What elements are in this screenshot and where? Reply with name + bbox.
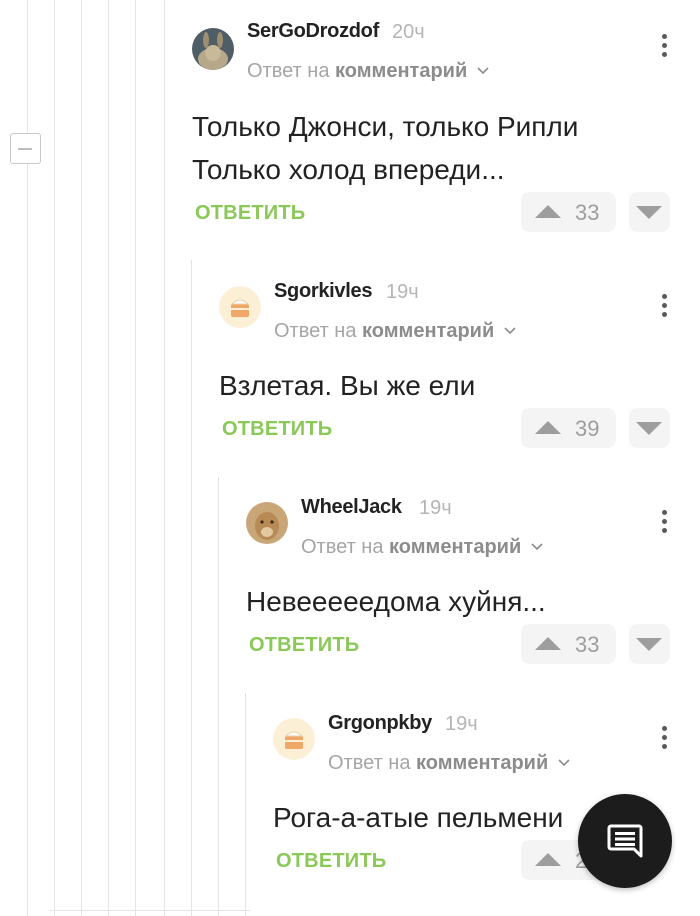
thread-line — [54, 0, 55, 916]
comment-text-line: Невееееедома хуйня... — [246, 586, 546, 617]
comment-text-line: Только холод впереди... — [192, 154, 505, 185]
thread-line — [81, 0, 82, 916]
comment-time: 19ч — [419, 497, 452, 519]
thread-line — [191, 260, 192, 916]
upvote-button[interactable]: 39 — [521, 408, 616, 448]
reply-button[interactable]: ОТВЕТИТЬ — [276, 850, 386, 873]
reply-to-link[interactable]: Ответ на комментарий — [274, 318, 516, 343]
reply-button[interactable]: ОТВЕТИТЬ — [249, 634, 359, 657]
comment-author[interactable]: SerGoDrozdof — [247, 20, 379, 43]
reply-to-target: комментарий — [416, 752, 549, 774]
more-options-icon[interactable] — [662, 726, 668, 754]
vote-count: 33 — [575, 200, 600, 225]
arrow-down-icon — [636, 206, 662, 219]
comment-icon — [607, 824, 643, 858]
comment-text-line: Взлетая. Вы же ели — [219, 370, 476, 401]
default-cake-avatar-icon[interactable] — [219, 286, 261, 328]
thread-line — [108, 0, 109, 916]
more-options-icon[interactable] — [662, 510, 668, 538]
vote-count: 33 — [575, 632, 600, 657]
comment-text: Рога-а-атые пельмени — [273, 796, 563, 839]
reply-to-prefix: Ответ на — [328, 752, 411, 774]
vote-count: 39 — [575, 416, 600, 441]
comment-text: Невееееедома хуйня... — [246, 580, 546, 623]
comment-text: Только Джонси, только Рипли Только холод… — [192, 105, 578, 191]
reply-to-target: комментарий — [362, 320, 495, 342]
reply-to-target: комментарий — [389, 536, 522, 558]
arrow-down-icon — [636, 638, 662, 651]
arrow-up-icon — [535, 421, 561, 434]
thread-line — [218, 477, 219, 916]
arrow-down-icon — [636, 422, 662, 435]
chevron-down-icon — [477, 58, 489, 81]
downvote-button[interactable] — [629, 408, 670, 448]
comment-time: 19ч — [445, 713, 478, 735]
comment-author[interactable]: WheelJack — [301, 496, 402, 519]
upvote-button[interactable]: 33 — [521, 624, 616, 664]
lioness-avatar-icon[interactable] — [246, 502, 288, 544]
arrow-up-icon — [535, 853, 561, 866]
thread-line — [164, 260, 165, 916]
reply-to-link[interactable]: Ответ на комментарий — [328, 750, 570, 775]
more-options-icon[interactable] — [662, 34, 668, 62]
hare-avatar-icon[interactable] — [192, 28, 234, 70]
arrow-up-icon — [535, 205, 561, 218]
reply-to-prefix: Ответ на — [247, 60, 330, 82]
reply-button[interactable]: ОТВЕТИТЬ — [195, 202, 305, 225]
comment-author[interactable]: Sgorkivles — [274, 280, 372, 303]
reply-to-prefix: Ответ на — [301, 536, 384, 558]
reply-button[interactable]: ОТВЕТИТЬ — [222, 418, 332, 441]
reply-to-link[interactable]: Ответ на комментарий — [301, 534, 543, 559]
chevron-down-icon — [504, 318, 516, 341]
default-cake-avatar-icon[interactable] — [273, 718, 315, 760]
reply-to-prefix: Ответ на — [274, 320, 357, 342]
chevron-down-icon — [531, 534, 543, 557]
upvote-button[interactable]: 33 — [521, 192, 616, 232]
more-options-icon[interactable] — [662, 294, 668, 322]
arrow-up-icon — [535, 637, 561, 650]
thread-line — [245, 693, 246, 916]
thread-divider — [50, 910, 250, 911]
thread-line — [164, 0, 165, 260]
reply-to-target: комментарий — [335, 60, 468, 82]
comment-text-line: Только Джонси, только Рипли — [192, 111, 579, 142]
downvote-button[interactable] — [629, 192, 670, 232]
comment-time: 19ч — [386, 281, 419, 303]
collapse-thread-button[interactable] — [10, 133, 41, 164]
comment-time: 20ч — [392, 21, 425, 43]
chevron-down-icon — [558, 750, 570, 773]
comment-author[interactable]: Grgonpkby — [328, 712, 432, 735]
comment-fab-button[interactable] — [578, 794, 672, 888]
thread-line — [135, 0, 136, 916]
reply-to-link[interactable]: Ответ на комментарий — [247, 58, 489, 83]
comment-text: Взлетая. Вы же ели — [219, 364, 475, 407]
comment-text-line: Рога-а-атые пельмени — [273, 802, 564, 833]
downvote-button[interactable] — [629, 624, 670, 664]
